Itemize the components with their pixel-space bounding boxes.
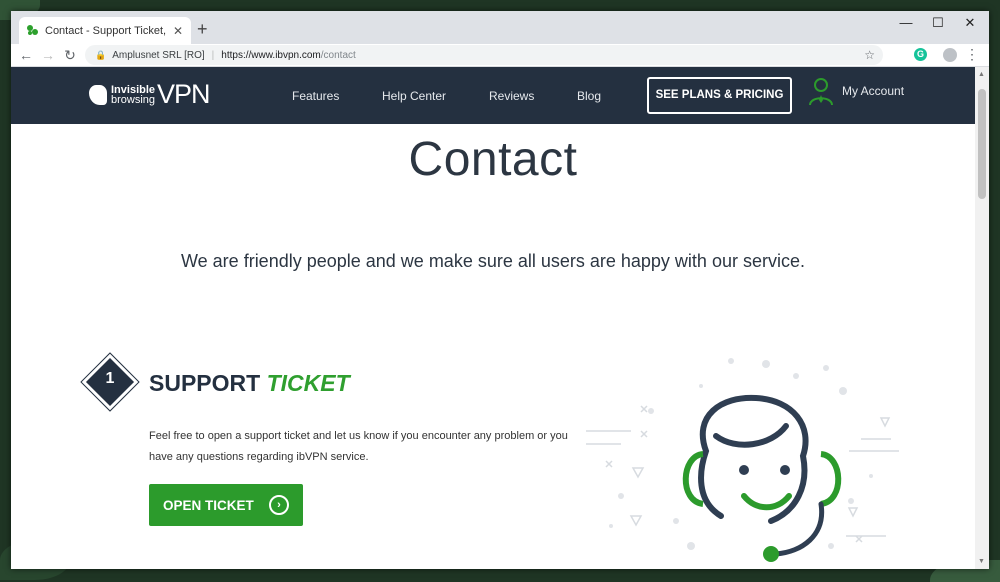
- window-close-button[interactable]: ✕: [955, 15, 985, 31]
- tab-favicon-icon: [27, 24, 39, 37]
- grammarly-extension-icon[interactable]: G: [914, 48, 927, 61]
- support-ticket-heading: SUPPORT TICKET: [149, 370, 350, 397]
- logo-vpn: VPN: [157, 79, 211, 109]
- lock-icon: 🔒: [95, 49, 107, 60]
- bookmark-star-icon[interactable]: ☆: [864, 48, 875, 62]
- tab-close-icon[interactable]: ✕: [173, 24, 183, 38]
- my-account-label: My Account: [842, 84, 905, 98]
- address-bar[interactable]: 🔒 Amplusnet SRL [RO] | https://www.ibvpn…: [85, 45, 883, 65]
- agent-left-eye: [739, 465, 749, 475]
- support-title-main: SUPPORT: [149, 370, 261, 396]
- support-title-accent: TICKET: [266, 370, 350, 396]
- scroll-down-icon[interactable]: ▼: [978, 558, 985, 565]
- headset-mic: [763, 546, 779, 562]
- forward-icon[interactable]: →: [37, 47, 59, 63]
- intro-text: We are friendly people and we make sure …: [181, 251, 805, 271]
- browser-menu-icon[interactable]: ⋮: [965, 46, 979, 63]
- page-title: Contact: [408, 133, 578, 186]
- step-number: 1: [105, 370, 115, 387]
- back-icon[interactable]: ←: [15, 47, 37, 63]
- site-identity: Amplusnet SRL [RO]: [112, 49, 205, 61]
- new-tab-button[interactable]: +: [197, 19, 208, 40]
- support-agent-illustration: [586, 358, 899, 562]
- site-logo[interactable]: Invisible browsing VPN: [89, 79, 211, 110]
- arrow-right-icon: ›: [269, 495, 289, 515]
- agent-smile: [741, 493, 792, 511]
- browser-titlebar: Contact - Support Ticket, Email, L ✕ + —…: [11, 11, 989, 44]
- minimize-button[interactable]: —: [891, 15, 921, 30]
- logo-line2: browsing: [111, 93, 156, 106]
- tab-title: Contact - Support Ticket, Email, L: [45, 24, 169, 37]
- address-separator: |: [211, 49, 215, 61]
- my-account-link[interactable]: My Account: [808, 76, 904, 106]
- browser-tab[interactable]: Contact - Support Ticket, Email, L ✕: [19, 17, 191, 44]
- decor-dots: [609, 358, 873, 550]
- agent-right-eye: [780, 465, 790, 475]
- reload-icon[interactable]: ↻: [59, 47, 81, 64]
- browser-window: Contact - Support Ticket, Email, L ✕ + —…: [11, 11, 989, 569]
- agent-hair: [713, 423, 789, 448]
- account-user-icon: [809, 78, 833, 106]
- headset-right-ear: [820, 451, 842, 507]
- site-header: Invisible browsing VPN Features Help Cen…: [11, 67, 975, 124]
- maximize-button[interactable]: ☐: [923, 15, 953, 31]
- page-scrollbar[interactable]: ▲ ▼: [975, 67, 989, 569]
- see-plans-button[interactable]: SEE PLANS & PRICING: [647, 77, 792, 114]
- nav-features[interactable]: Features: [292, 89, 339, 103]
- nav-help-center[interactable]: Help Center: [382, 89, 446, 103]
- nav-reviews[interactable]: Reviews: [489, 89, 534, 103]
- open-ticket-label: OPEN TICKET: [163, 497, 254, 513]
- nav-blog[interactable]: Blog: [577, 89, 601, 103]
- scrollbar-thumb[interactable]: [978, 89, 986, 199]
- url-path: /contact: [320, 49, 356, 61]
- support-description: Feel free to open a support ticket and l…: [149, 430, 568, 463]
- url-host: https://www.ibvpn.com: [221, 49, 321, 61]
- logo-wordmark: Invisible browsing: [111, 84, 156, 106]
- open-ticket-button[interactable]: OPEN TICKET ›: [149, 484, 303, 526]
- logo-head-icon: [89, 84, 107, 105]
- browser-toolbar: ← → ↻ 🔒 Amplusnet SRL [RO] | https://www…: [11, 44, 989, 67]
- scroll-up-icon[interactable]: ▲: [978, 71, 985, 78]
- profile-avatar-icon[interactable]: [943, 48, 957, 62]
